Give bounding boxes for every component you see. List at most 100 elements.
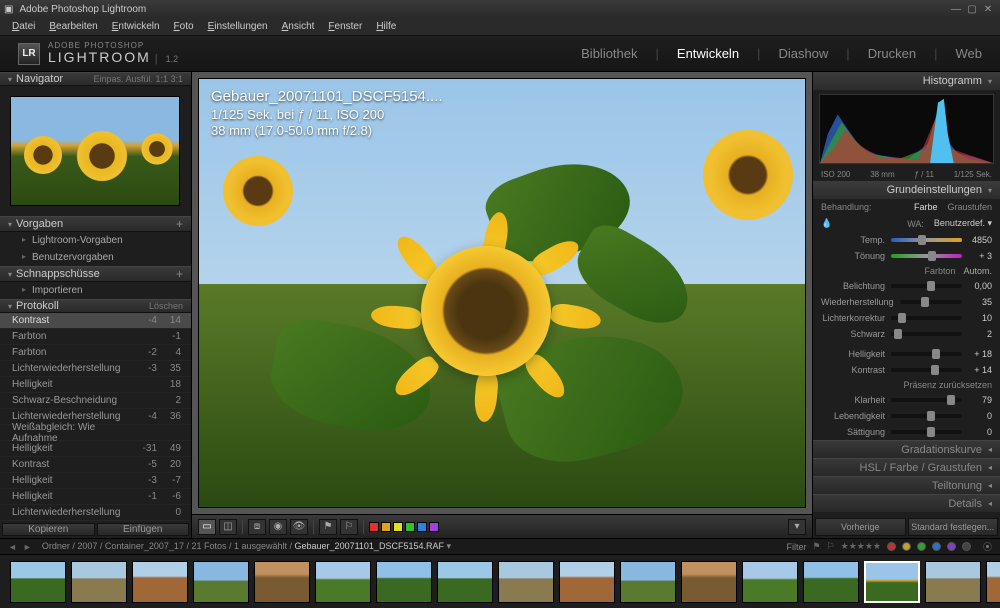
slider-wiederherstellung[interactable]: Wiederherstellung35 (813, 294, 1000, 310)
tint-slider[interactable]: Tönung+ 3 (813, 248, 1000, 264)
close-icon[interactable]: ✕ (980, 4, 996, 15)
filter-flag-icon[interactable]: ⚑ (812, 541, 820, 552)
module-entwickeln[interactable]: Entwickeln (677, 46, 739, 61)
snapshots-header[interactable]: ▾ Schnappschüsse + (0, 266, 191, 282)
spot-icon[interactable]: ◉ (269, 519, 287, 535)
slider-helligkeit[interactable]: Helligkeit+ 18 (813, 346, 1000, 362)
filmstrip-thumb[interactable] (437, 561, 493, 603)
filmstrip-thumb[interactable] (742, 561, 798, 603)
navigator-header[interactable]: ▾ Navigator Einpas. Ausfül. 1:1 3:1 (0, 72, 191, 86)
color-label-swatch[interactable] (417, 522, 427, 532)
nav-back-icon[interactable]: ◄ (8, 542, 17, 552)
auto-tone-button[interactable]: Autom. (963, 266, 992, 276)
filmstrip-thumb[interactable] (10, 561, 66, 603)
presets-header[interactable]: ▾ Vorgaben + (0, 216, 191, 232)
navigator-zoom-options[interactable]: Einpas. Ausfül. 1:1 3:1 (93, 74, 183, 84)
filter-yellow[interactable] (902, 542, 911, 551)
history-row[interactable]: Lichterwiederherstellung0 (0, 505, 191, 521)
panel-header-collapsed[interactable]: Gradationskurve◂ (813, 440, 1000, 458)
copy-button[interactable]: Kopieren (2, 523, 95, 536)
breadcrumb-file[interactable]: Gebauer_20071101_DSCF5154.RAF (295, 541, 444, 551)
previous-button[interactable]: Vorherige (815, 518, 906, 536)
filmstrip-thumb[interactable] (986, 561, 1000, 603)
panel-header-collapsed[interactable]: HSL / Farbe / Graustufen◂ (813, 458, 1000, 476)
filter-star-icon[interactable]: ★★★★★ (841, 541, 881, 552)
menu-entwickeln[interactable]: Entwickeln (106, 19, 166, 34)
color-label-swatch[interactable] (393, 522, 403, 532)
toolbar-menu-icon[interactable]: ▾ (788, 519, 806, 535)
menu-bearbeiten[interactable]: Bearbeiten (43, 19, 103, 34)
slider-klarheit[interactable]: Klarheit79 (813, 392, 1000, 408)
eyedropper-icon[interactable]: 💧 (821, 218, 832, 229)
history-row[interactable]: Farbton-24 (0, 345, 191, 361)
flag-icon[interactable]: ⚑ (319, 519, 337, 535)
history-row[interactable]: Helligkeit-3149 (0, 441, 191, 457)
slider-kontrast[interactable]: Kontrast+ 14 (813, 362, 1000, 378)
minimize-icon[interactable]: — (948, 4, 964, 15)
paste-button[interactable]: Einfügen (97, 523, 190, 536)
reset-button[interactable]: Standard festlegen... (908, 518, 999, 536)
presence-reset[interactable]: Präsenz zurücksetzen (903, 380, 992, 390)
plus-icon[interactable]: + (176, 267, 183, 281)
module-bibliothek[interactable]: Bibliothek (581, 46, 637, 61)
module-drucken[interactable]: Drucken (868, 46, 916, 61)
navigator-thumbnail[interactable] (0, 86, 191, 216)
history-clear[interactable]: Löschen (149, 301, 183, 311)
history-row[interactable]: Weißabgleich: Wie Aufnahme (0, 425, 191, 441)
history-row[interactable]: Helligkeit-3-7 (0, 473, 191, 489)
color-label-swatch[interactable] (405, 522, 415, 532)
filmstrip-thumb[interactable] (132, 561, 188, 603)
treatment-color[interactable]: Farbe (914, 202, 938, 212)
menu-hilfe[interactable]: Hilfe (370, 19, 402, 34)
filter-none[interactable] (962, 542, 971, 551)
nav-fwd-icon[interactable]: ► (23, 542, 32, 552)
history-row[interactable]: Kontrast-414 (0, 313, 191, 329)
filmstrip[interactable] (0, 554, 1000, 608)
basic-header[interactable]: Grundeinstellungen▾ (813, 181, 1000, 199)
filmstrip-thumb[interactable] (681, 561, 737, 603)
compare-view-icon[interactable]: ◫ (219, 519, 237, 535)
module-web[interactable]: Web (956, 46, 983, 61)
slider-schwarz[interactable]: Schwarz2 (813, 326, 1000, 342)
filmstrip-thumb[interactable] (925, 561, 981, 603)
filmstrip-thumb[interactable] (193, 561, 249, 603)
main-photo[interactable]: Gebauer_20071101_DSCF5154.... 1/125 Sek.… (198, 78, 806, 508)
history-row[interactable]: Kontrast-520 (0, 457, 191, 473)
histogram-display[interactable] (819, 94, 994, 164)
history-header[interactable]: ▾ Protokoll Löschen (0, 299, 191, 313)
slider-lebendigkeit[interactable]: Lebendigkeit0 (813, 408, 1000, 424)
color-label-swatch[interactable] (369, 522, 379, 532)
filter-flag-icon[interactable]: ⚐ (827, 541, 835, 552)
menu-ansicht[interactable]: Ansicht (276, 19, 321, 34)
filter-lock-icon[interactable]: ⦿ (983, 540, 992, 553)
color-label-swatch[interactable] (429, 522, 439, 532)
filter-red[interactable] (887, 542, 896, 551)
filmstrip-thumb[interactable] (315, 561, 371, 603)
filmstrip-thumb[interactable] (559, 561, 615, 603)
redeye-icon[interactable]: 👁 (290, 519, 308, 535)
module-diashow[interactable]: Diashow (778, 46, 828, 61)
filmstrip-thumb[interactable] (376, 561, 432, 603)
breadcrumb-path[interactable]: Ordner / 2007 / Container_2007_17 / 21 F… (42, 541, 292, 551)
history-row[interactable]: Lichterwiederherstellung-335 (0, 361, 191, 377)
filmstrip-thumb[interactable] (864, 561, 920, 603)
panel-header-collapsed[interactable]: Teiltonung◂ (813, 476, 1000, 494)
filter-green[interactable] (917, 542, 926, 551)
history-row[interactable]: Schwarz-Beschneidung2 (0, 393, 191, 409)
history-row[interactable]: Helligkeit-1-6 (0, 489, 191, 505)
menu-fenster[interactable]: Fenster (322, 19, 368, 34)
loupe-view-icon[interactable]: ▭ (198, 519, 216, 535)
history-row[interactable]: Farbton-1 (0, 329, 191, 345)
color-label-swatch[interactable] (381, 522, 391, 532)
temp-slider[interactable]: Temp.4850 (813, 232, 1000, 248)
list-item[interactable]: Lightroom-Vorgaben (0, 232, 191, 249)
slider-sättigung[interactable]: Sättigung0 (813, 424, 1000, 440)
crop-icon[interactable]: ⧈ (248, 519, 266, 535)
menu-einstellungen[interactable]: Einstellungen (202, 19, 274, 34)
treatment-grayscale[interactable]: Graustufen (947, 202, 992, 212)
slider-lichterkorrektur[interactable]: Lichterkorrektur10 (813, 310, 1000, 326)
filmstrip-thumb[interactable] (620, 561, 676, 603)
list-item[interactable]: Importieren (0, 282, 191, 299)
filmstrip-thumb[interactable] (803, 561, 859, 603)
maximize-icon[interactable]: ▢ (964, 4, 980, 15)
